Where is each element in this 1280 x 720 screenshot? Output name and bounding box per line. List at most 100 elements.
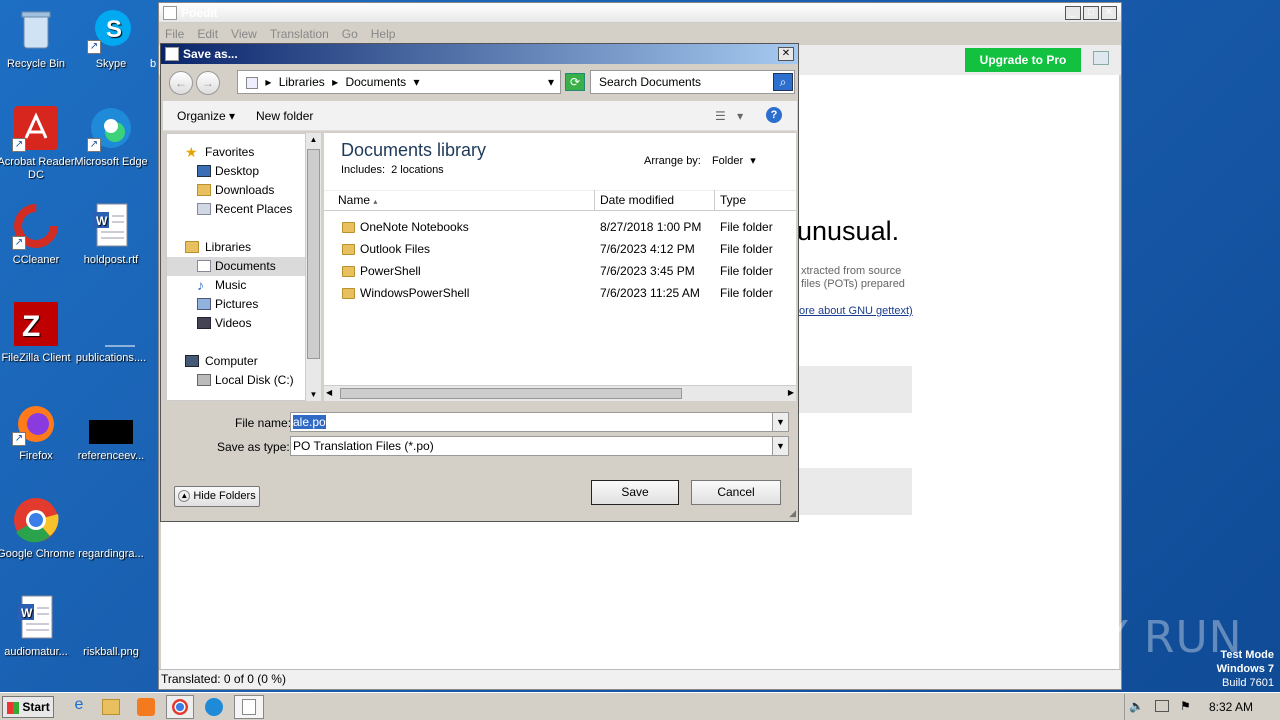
speaker-icon[interactable]: 🔈	[1129, 699, 1144, 713]
nav-music[interactable]: ♪ Music	[167, 276, 320, 295]
menu-edit[interactable]: Edit	[197, 27, 218, 41]
chevron-down-icon[interactable]: ▼	[772, 437, 788, 455]
nav-documents[interactable]: Documents	[167, 257, 320, 276]
view-options-button[interactable]: ☰ ▾	[715, 109, 743, 123]
file-row[interactable]: PowerShell 7/6/2023 3:45 PM File folder	[338, 261, 788, 281]
sidebar-toggle-button[interactable]	[1093, 51, 1109, 65]
file-type: File folder	[720, 286, 773, 300]
save-type-select[interactable]: PO Translation Files (*.po) ▼	[290, 436, 789, 456]
edge-icon[interactable]	[205, 698, 223, 716]
nav-scroll-thumb[interactable]	[307, 149, 320, 359]
refresh-button[interactable]: ⟳	[565, 73, 585, 91]
arrange-by-dropdown[interactable]: Folder ▾	[712, 155, 756, 167]
help-button[interactable]: ?	[766, 107, 782, 123]
ie-icon[interactable]: e	[68, 696, 90, 718]
desktop-icon-acrobat[interactable]: ↗ Acrobat Reader DC	[0, 104, 76, 182]
welcome-option-2[interactable]	[799, 468, 912, 515]
desktop-icon-holdpost[interactable]: W holdpost.rtf	[71, 202, 151, 267]
column-date[interactable]: Date modified	[595, 190, 715, 210]
nav-videos[interactable]: Videos	[167, 314, 320, 333]
column-name[interactable]: Name ▴	[324, 190, 595, 210]
desktop-icon-regardingra[interactable]: regardingra...	[71, 496, 151, 561]
file-hscroll-thumb[interactable]	[340, 388, 682, 399]
clock[interactable]: 8:32 AM	[1209, 700, 1253, 714]
menu-translation[interactable]: Translation	[270, 27, 329, 41]
breadcrumb-documents[interactable]: Documents	[345, 75, 406, 89]
dialog-title: Save as...	[183, 47, 238, 61]
nav-libraries[interactable]: Libraries	[167, 238, 320, 257]
nav-computer[interactable]: Computer	[167, 352, 320, 371]
welcome-option-1[interactable]	[799, 366, 912, 413]
dialog-close-button[interactable]: ✕	[778, 47, 794, 61]
resize-grip-icon[interactable]: ◢	[789, 508, 796, 519]
scroll-up-icon[interactable]: ▲	[307, 135, 320, 147]
desktop-icon-chrome[interactable]: Google Chrome	[0, 496, 76, 561]
menu-file[interactable]: File	[165, 27, 184, 41]
nav-pictures[interactable]: Pictures	[167, 295, 320, 314]
firefox-icon: ↗	[12, 398, 60, 446]
scroll-left-icon[interactable]: ◀	[326, 388, 332, 397]
taskbar-chrome[interactable]	[166, 695, 194, 719]
file-hscrollbar[interactable]: ◀ ▶	[324, 385, 796, 401]
close-button[interactable]: ✕	[1101, 5, 1117, 20]
menu-view[interactable]: View	[231, 27, 257, 41]
nav-desktop[interactable]: Desktop	[167, 162, 320, 181]
menu-go[interactable]: Go	[342, 27, 358, 41]
menu-help[interactable]: Help	[371, 27, 396, 41]
save-button[interactable]: Save	[591, 480, 679, 505]
file-row[interactable]: OneNote Notebooks 8/27/2018 1:00 PM File…	[338, 217, 788, 237]
recent-places-icon	[197, 203, 211, 215]
windows-logo-icon	[7, 701, 19, 714]
upgrade-to-pro-button[interactable]: Upgrade to Pro	[965, 48, 1081, 72]
file-name-input[interactable]: ale.po ▼	[290, 412, 789, 432]
desktop-icon-edge[interactable]: ↗ Microsoft Edge	[71, 104, 151, 169]
desktop-icon-skype[interactable]: S ↗ Skype	[71, 6, 151, 71]
explorer-icon[interactable]	[102, 699, 120, 715]
network-icon[interactable]	[1155, 700, 1169, 712]
scroll-right-icon[interactable]: ▶	[788, 388, 794, 397]
forward-button[interactable]: →	[196, 71, 220, 95]
back-button[interactable]: ←	[169, 71, 193, 95]
nav-scrollbar[interactable]: ▲ ▼	[305, 133, 321, 401]
nav-downloads[interactable]: Downloads	[167, 181, 320, 200]
word-doc-icon: W	[12, 594, 60, 642]
desktop-icon-audiomatur[interactable]: W audiomatur...	[0, 594, 76, 659]
search-button[interactable]: ⌕	[773, 73, 793, 91]
desktop-icon-riskball[interactable]: riskball.png	[71, 594, 151, 659]
file-row[interactable]: WindowsPowerShell 7/6/2023 11:25 AM File…	[338, 283, 788, 303]
minimize-button[interactable]: _	[1065, 5, 1081, 20]
dialog-titlebar[interactable]: Save as...	[161, 44, 798, 64]
breadcrumb-libraries[interactable]: Libraries	[279, 75, 325, 89]
desktop-icon-filezilla[interactable]: Z FileZilla Client	[0, 300, 76, 365]
nav-favorites[interactable]: ★ Favorites	[167, 143, 320, 162]
desktop-icon-recycle-bin[interactable]: Recycle Bin	[0, 6, 76, 71]
start-button[interactable]: Start	[2, 696, 54, 718]
desktop-icon-ccleaner[interactable]: ↗ CCleaner	[0, 202, 76, 267]
maximize-button[interactable]: □	[1083, 5, 1099, 20]
desktop-icon-referenceev[interactable]: referenceev...	[71, 398, 151, 463]
gettext-link[interactable]: ore about GNU gettext)	[799, 305, 913, 317]
address-dropdown-icon[interactable]: ▾	[548, 71, 554, 93]
new-folder-button[interactable]: New folder	[256, 109, 313, 123]
desktop-icon-firefox[interactable]: ↗ Firefox	[0, 398, 76, 463]
address-bar[interactable]: ▸ Libraries ▸ Documents ▾ ▾	[237, 70, 561, 94]
desktop-icon-publications[interactable]: publications....	[71, 300, 151, 365]
hide-folders-button[interactable]: ▲ Hide Folders	[174, 486, 260, 507]
chevron-down-icon[interactable]: ▼	[772, 413, 788, 431]
nav-recent-places[interactable]: Recent Places	[167, 200, 320, 219]
organize-button[interactable]: Organize ▾	[177, 109, 235, 123]
welcome-text-line1: xtracted from source	[801, 265, 902, 277]
media-player-icon[interactable]	[137, 698, 155, 716]
file-row[interactable]: Outlook Files 7/6/2023 4:12 PM File fold…	[338, 239, 788, 259]
scroll-down-icon[interactable]: ▼	[307, 390, 320, 399]
locations-link[interactable]: 2 locations	[391, 164, 444, 176]
nav-local-disk[interactable]: Local Disk (C:)	[167, 371, 320, 390]
taskbar-poedit[interactable]	[234, 695, 264, 719]
search-input[interactable]: Search Documents	[590, 70, 795, 94]
poedit-titlebar[interactable]: Poedit _ □ ✕	[159, 3, 1121, 23]
cancel-button[interactable]: Cancel	[691, 480, 781, 505]
flag-icon[interactable]: ⚑	[1180, 699, 1191, 713]
column-type[interactable]: Type	[715, 190, 796, 210]
nav-favorites-label: Favorites	[205, 145, 255, 159]
windows-version-line: Windows 7	[1216, 663, 1274, 675]
